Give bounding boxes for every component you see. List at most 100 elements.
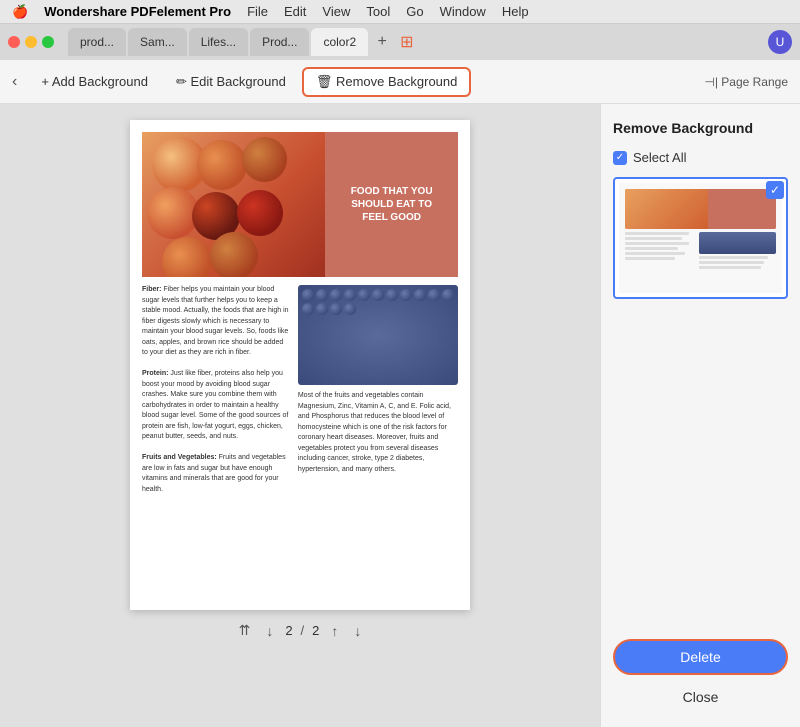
- menu-help[interactable]: Help: [502, 4, 529, 19]
- menu-bar: 🍎 Wondershare PDFelement Pro File Edit V…: [0, 0, 800, 24]
- thumbnail-check: ✓: [766, 181, 784, 199]
- thumb-rline-2: [699, 261, 764, 264]
- panel-bottom: Delete Close: [613, 639, 788, 711]
- tab-prod[interactable]: prod...: [68, 28, 126, 56]
- berry-2: [316, 289, 328, 301]
- page-thumbnail[interactable]: ✓: [613, 177, 788, 299]
- berry-6: [372, 289, 384, 301]
- protein-title: Protein:: [142, 370, 168, 377]
- berry-3: [330, 289, 342, 301]
- menu-tool[interactable]: Tool: [366, 4, 390, 19]
- traffic-light-minimize[interactable]: [25, 36, 37, 48]
- last-page-button[interactable]: ↓: [350, 621, 365, 641]
- document-area: FOOD THAT YOU SHOULD EAT TO FEEL GOOD Fi…: [0, 104, 600, 727]
- page-navigation: ⇈ ↓ 2 / 2 ↑ ↓: [235, 620, 366, 641]
- tab-bar: prod... Sam... Lifes... Prod... color2 +…: [0, 24, 800, 60]
- traffic-lights: [8, 36, 54, 48]
- berry-7: [386, 289, 398, 301]
- citrus-circle-8: [210, 232, 258, 277]
- right-panel: Remove Background ✓ Select All ✓: [600, 104, 800, 727]
- food-text-box: FOOD THAT YOU SHOULD EAT TO FEEL GOOD: [325, 132, 458, 277]
- berry-11: [442, 289, 454, 301]
- menu-view[interactable]: View: [322, 4, 350, 19]
- thumb-right-col: [699, 232, 776, 287]
- fiber-text: Fiber helps you maintain your blood suga…: [142, 286, 289, 356]
- protein-text: Just like fiber, proteins also help you …: [142, 370, 288, 440]
- panel-title: Remove Background: [613, 120, 788, 136]
- berry-9: [414, 289, 426, 301]
- toolbar: ‹ + Add Background ✏ Edit Background 🗑 R…: [0, 60, 800, 104]
- menu-file[interactable]: File: [247, 4, 268, 19]
- tab-lifes[interactable]: Lifes...: [189, 28, 248, 56]
- page-top-image: FOOD THAT YOU SHOULD EAT TO FEEL GOOD: [142, 132, 458, 277]
- traffic-light-fullscreen[interactable]: [42, 36, 54, 48]
- total-pages: 2: [312, 623, 319, 638]
- next-page-button[interactable]: ↑: [327, 621, 342, 641]
- fiber-title: Fiber:: [142, 286, 161, 293]
- select-all-label: Select All: [633, 150, 686, 165]
- right-column: Most of the fruits and vegetables contai…: [298, 285, 458, 495]
- fruits-title: Fruits and Vegetables:: [142, 454, 217, 461]
- blueberry-bg: [298, 285, 458, 385]
- right-column-text: Most of the fruits and vegetables contai…: [298, 391, 458, 475]
- thumb-rline-1: [699, 256, 768, 259]
- page-columns: Fiber: Fiber helps you maintain your blo…: [142, 285, 458, 495]
- tab-prod2[interactable]: Prod...: [250, 28, 309, 56]
- thumb-line-2: [625, 237, 682, 240]
- menu-edit[interactable]: Edit: [284, 4, 306, 19]
- first-page-button[interactable]: ⇈: [235, 620, 255, 641]
- thumb-line-6: [625, 257, 675, 260]
- remove-background-button[interactable]: 🗑 Remove Background: [302, 67, 472, 97]
- citrus-circle-2: [197, 140, 247, 190]
- tab-sam[interactable]: Sam...: [128, 28, 187, 56]
- thumb-left-col: [625, 232, 696, 287]
- page-range-button[interactable]: ⊣| Page Range: [704, 75, 788, 89]
- thumb-line-4: [625, 247, 678, 250]
- berry-10: [428, 289, 440, 301]
- blueberry-image: [298, 285, 458, 385]
- thumb-berry-image: [699, 232, 776, 254]
- food-title: FOOD THAT YOU SHOULD EAT TO FEEL GOOD: [351, 185, 433, 224]
- thumbnail-inner: [619, 183, 782, 293]
- select-all-row: ✓ Select All: [613, 150, 788, 165]
- berry-13: [316, 303, 328, 315]
- berry-1: [302, 289, 314, 301]
- berry-5: [358, 289, 370, 301]
- select-all-checkbox[interactable]: ✓: [613, 151, 627, 165]
- citrus-circle-3: [242, 137, 287, 182]
- tab-grid-button[interactable]: ⊞: [400, 32, 413, 52]
- traffic-light-close[interactable]: [8, 36, 20, 48]
- thumb-content: [625, 232, 776, 287]
- tab-color2[interactable]: color2: [311, 28, 368, 56]
- berry-4: [344, 289, 356, 301]
- main-content: FOOD THAT YOU SHOULD EAT TO FEEL GOOD Fi…: [0, 104, 800, 727]
- citrus-circle-7: [162, 237, 212, 277]
- berry-12: [302, 303, 314, 315]
- berry-8: [400, 289, 412, 301]
- menu-go[interactable]: Go: [406, 4, 423, 19]
- back-button[interactable]: ‹: [12, 73, 17, 91]
- add-tab-button[interactable]: +: [370, 30, 394, 54]
- delete-button[interactable]: Delete: [613, 639, 788, 675]
- prev-page-button[interactable]: ↓: [262, 621, 277, 641]
- thumb-top-image: [625, 189, 776, 229]
- berry-14: [330, 303, 342, 315]
- thumb-citrus: [625, 189, 708, 229]
- thumb-rline-3: [699, 266, 761, 269]
- app-name: Wondershare PDFelement Pro: [44, 4, 231, 19]
- user-avatar[interactable]: U: [768, 30, 792, 54]
- citrus-circle-6: [237, 190, 283, 236]
- close-button[interactable]: Close: [613, 683, 788, 711]
- thumb-line-1: [625, 232, 689, 235]
- citrus-image: [142, 132, 325, 277]
- thumb-line-5: [625, 252, 685, 255]
- berry-15: [344, 303, 356, 315]
- checkmark-icon: ✓: [616, 152, 624, 163]
- add-background-button[interactable]: + Add Background: [29, 69, 160, 94]
- thumb-line-3: [625, 242, 689, 245]
- page-separator: /: [301, 623, 305, 638]
- left-column: Fiber: Fiber helps you maintain your blo…: [142, 285, 290, 495]
- edit-background-button[interactable]: ✏ Edit Background: [164, 69, 298, 95]
- apple-menu[interactable]: 🍎: [12, 4, 28, 20]
- menu-window[interactable]: Window: [440, 4, 486, 19]
